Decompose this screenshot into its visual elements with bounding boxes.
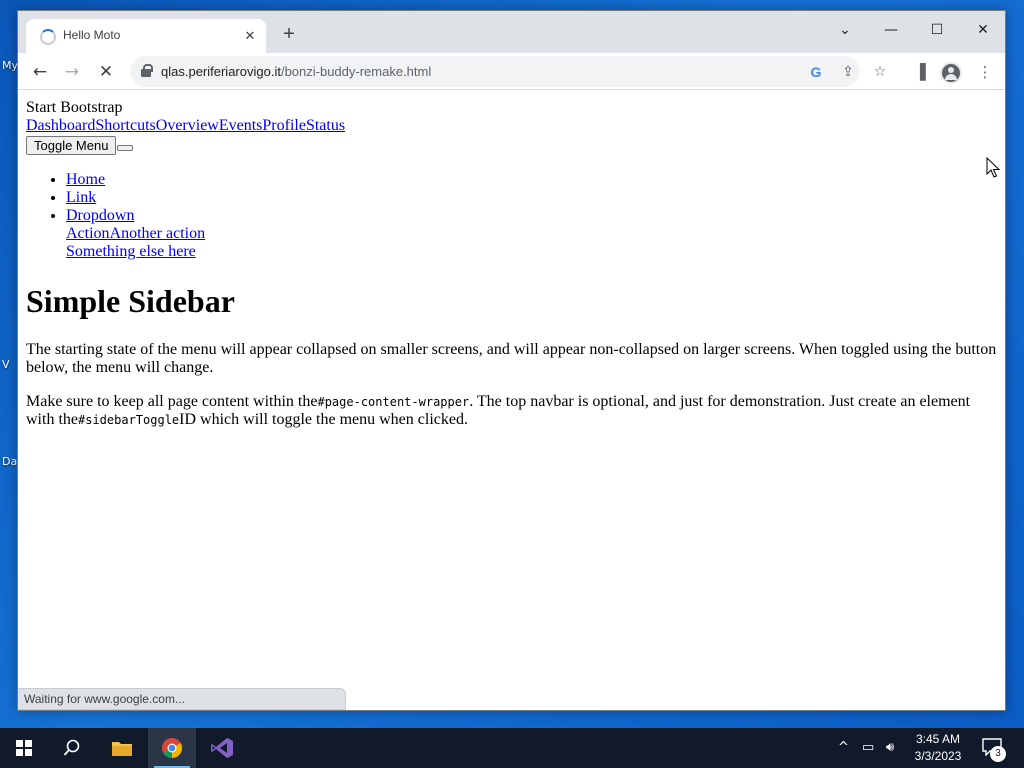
- topnav-link-overview[interactable]: Overview: [156, 117, 219, 134]
- brand-text: Start Bootstrap: [26, 99, 123, 116]
- nav-menu: Home Link Dropdown ActionAnother action …: [26, 171, 997, 261]
- code-sidebar-toggle: #sidebarToggle: [78, 413, 180, 427]
- folder-icon: [112, 742, 132, 756]
- menu-link-home[interactable]: Home: [66, 171, 105, 188]
- dropdown-item-another-action[interactable]: Another action: [110, 225, 206, 242]
- page-title: Simple Sidebar: [26, 283, 235, 319]
- bookmark-star-icon[interactable]: ☆: [869, 61, 891, 83]
- top-nav: DashboardShortcutsOverviewEventsProfileS…: [26, 117, 997, 135]
- lock-icon[interactable]: [141, 64, 153, 77]
- network-icon[interactable]: ▭: [862, 728, 874, 768]
- chrome-icon: [162, 738, 183, 759]
- mouse-cursor-icon: [986, 157, 1000, 178]
- search-button[interactable]: [48, 728, 96, 768]
- visual-studio-button[interactable]: [198, 728, 246, 768]
- menu-link-link[interactable]: Link: [66, 189, 96, 206]
- dropdown-item-action[interactable]: Action: [66, 225, 110, 242]
- start-button[interactable]: [0, 728, 48, 768]
- menu-link-dropdown[interactable]: Dropdown: [66, 207, 134, 224]
- instructions-paragraph: Make sure to keep all page content withi…: [26, 393, 971, 428]
- new-tab-button[interactable]: +: [278, 23, 300, 45]
- dropdown-menu: ActionAnother action: [66, 225, 997, 243]
- menu-item-home: Home: [66, 171, 997, 189]
- loading-spinner-icon: [40, 29, 56, 45]
- minimize-button[interactable]: —: [868, 15, 914, 45]
- topnav-link-dashboard[interactable]: Dashboard: [26, 117, 95, 134]
- volume-icon[interactable]: 🔊︎: [886, 728, 894, 768]
- toggle-row: Toggle Menu: [26, 136, 997, 155]
- dropdown-item-something-else[interactable]: Something else here: [66, 243, 196, 260]
- tab-title: Hello Moto: [63, 28, 121, 42]
- url-text[interactable]: qlas.periferiarovigo.it/bonzi-buddy-rema…: [161, 64, 431, 79]
- dropdown-menu: Something else here: [66, 243, 997, 261]
- side-panel-icon[interactable]: ▐: [908, 60, 932, 84]
- clock[interactable]: 3:45 AM 3/3/2023: [908, 731, 968, 765]
- taskbar: ^ ▭ 🔊︎ 3:45 AM 3/3/2023 3: [0, 728, 1024, 768]
- topnav-link-status[interactable]: Status: [306, 117, 345, 134]
- navbar-toggler-button[interactable]: [117, 145, 134, 151]
- topnav-link-shortcuts[interactable]: Shortcuts: [95, 117, 155, 134]
- stop-loading-button[interactable]: ✕: [92, 58, 120, 86]
- code-page-content-wrapper: #page-content-wrapper: [317, 395, 470, 409]
- close-icon[interactable]: ✕: [240, 26, 260, 46]
- toggle-menu-button[interactable]: Toggle Menu: [26, 136, 117, 155]
- menu-item-link: Link: [66, 189, 997, 207]
- share-icon[interactable]: ⇪: [837, 61, 859, 83]
- google-icon[interactable]: G: [805, 61, 827, 83]
- browser-toolbar: ← → ✕ qlas.periferiarovigo.it/bonzi-budd…: [18, 53, 1005, 90]
- topnav-link-events[interactable]: Events: [219, 117, 263, 134]
- address-bar[interactable]: qlas.periferiarovigo.it/bonzi-buddy-rema…: [130, 56, 886, 87]
- browser-window: Hello Moto ✕ + ⌄ — ☐ ✕ ← → ✕ qlas.perife…: [17, 10, 1006, 711]
- forward-button[interactable]: →: [58, 58, 86, 86]
- topnav-link-profile[interactable]: Profile: [262, 117, 306, 134]
- menu-item-dropdown: Dropdown ActionAnother action Something …: [66, 207, 997, 261]
- file-explorer-button[interactable]: [98, 728, 146, 768]
- desktop-icon-label[interactable]: Da: [2, 455, 17, 468]
- back-button[interactable]: ←: [26, 58, 54, 86]
- status-bubble: Waiting for www.google.com...: [18, 688, 346, 710]
- maximize-button[interactable]: ☐: [914, 15, 960, 45]
- windows-logo-icon: [16, 740, 32, 756]
- show-hidden-icons-button[interactable]: ^: [838, 728, 849, 768]
- tab-search-button[interactable]: ⌄: [822, 15, 868, 45]
- browser-tab[interactable]: Hello Moto ✕: [26, 19, 266, 53]
- desktop-icon-label[interactable]: V: [2, 358, 10, 371]
- kebab-menu-icon[interactable]: ⋮: [973, 60, 997, 84]
- close-window-button[interactable]: ✕: [960, 15, 1006, 45]
- clock-date: 3/3/2023: [914, 749, 962, 763]
- search-icon: [63, 739, 80, 756]
- notification-count-badge: 3: [990, 746, 1006, 762]
- desktop-icon-label[interactable]: My: [2, 59, 18, 72]
- page-content: Start Bootstrap DashboardShortcutsOvervi…: [18, 91, 1005, 710]
- title-bar[interactable]: Hello Moto ✕ + ⌄ — ☐ ✕: [18, 11, 1005, 53]
- clock-time: 3:45 AM: [915, 732, 961, 746]
- intro-paragraph: The starting state of the menu will appe…: [26, 341, 997, 376]
- profile-icon[interactable]: [940, 62, 962, 84]
- visual-studio-icon: [211, 738, 233, 758]
- chrome-taskbar-button[interactable]: [148, 728, 196, 768]
